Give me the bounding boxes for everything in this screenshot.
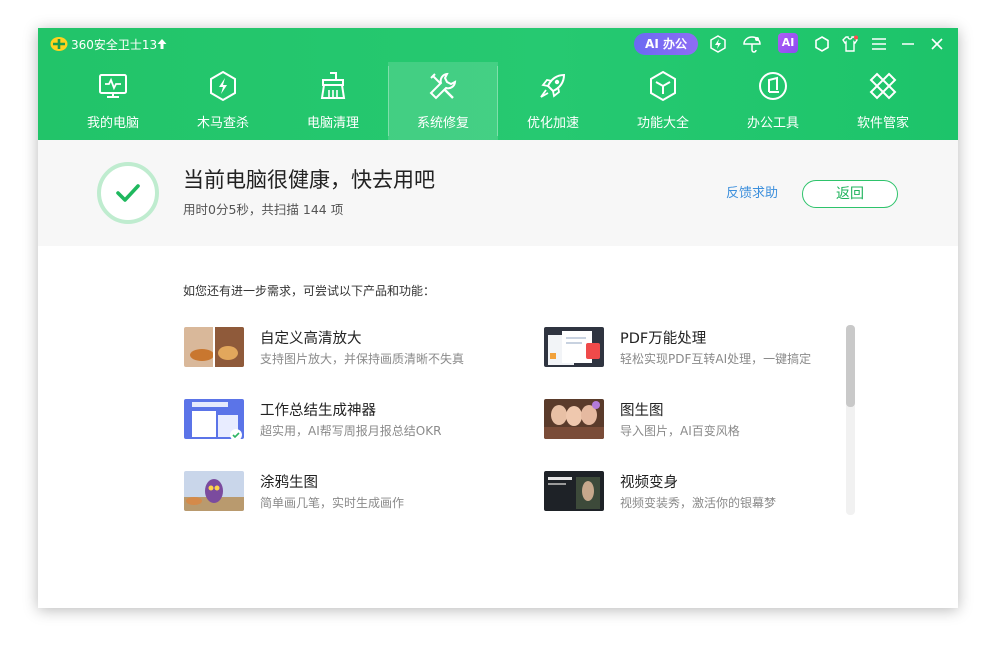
nav-label: 功能大全 <box>636 116 689 131</box>
recommend-item-video-transform[interactable]: 视频变身 视频变装秀，激活你的银幕梦 <box>544 471 844 513</box>
recommend-desc: 支持图片放大，并保持画质清晰不失真 <box>260 352 465 366</box>
scan-summary: 用时0分5秒，共扫描 144 项 <box>183 202 344 217</box>
titlebar: 360安全卫士13 AI 办公 AI <box>38 28 958 62</box>
app-window: 360安全卫士13 AI 办公 AI 我的电脑 木马查杀 电脑清理 系统修复 优… <box>38 28 958 608</box>
header: 360安全卫士13 AI 办公 AI 我的电脑 木马查杀 电脑清理 系统修复 优… <box>38 28 958 140</box>
main-nav: 我的电脑 木马查杀 电脑清理 系统修复 优化加速 功能大全 办公工具 软件管家 <box>38 62 958 140</box>
nav-divider <box>388 66 389 136</box>
umbrella-icon[interactable] <box>742 34 762 54</box>
status-title: 当前电脑很健康，快去用吧 <box>183 168 435 192</box>
monitor-icon <box>99 74 127 98</box>
app-title: 360安全卫士13 <box>71 38 158 52</box>
recommend-desc: 视频变装秀，激活你的银幕梦 <box>620 496 777 510</box>
recommend-title: 图生图 <box>620 403 664 419</box>
ai-badge[interactable]: AI <box>778 33 798 53</box>
recommend-item-hd-upscale[interactable]: 自定义高清放大 支持图片放大，并保持画质清晰不失真 <box>184 327 484 369</box>
nav-item-all-features[interactable]: 功能大全 <box>608 62 718 140</box>
recommend-item-image-to-image[interactable]: 图生图 导入图片，AI百变风格 <box>544 399 844 441</box>
hd-upscale-thumbnail <box>184 327 244 367</box>
doodle-thumbnail <box>184 471 244 511</box>
healthy-check-icon <box>97 162 159 224</box>
menu-icon[interactable] <box>869 34 889 54</box>
nav-label: 木马查杀 <box>196 116 249 131</box>
nav-label: 我的电脑 <box>86 116 139 131</box>
minimize-icon[interactable] <box>898 34 918 54</box>
nav-item-software-manager[interactable]: 软件管家 <box>828 62 938 140</box>
nav-item-system-repair[interactable]: 系统修复 <box>388 62 498 140</box>
360-logo-icon <box>50 37 68 51</box>
recommend-title: 视频变身 <box>620 475 678 491</box>
recommend-item-work-summary[interactable]: 工作总结生成神器 超实用，AI帮写周报月报总结OKR <box>184 399 484 441</box>
lightning-icon[interactable] <box>708 34 728 54</box>
back-button[interactable]: 返回 <box>802 180 898 208</box>
office-icon <box>759 72 787 100</box>
nav-label: 办公工具 <box>746 116 799 131</box>
broom-icon <box>320 72 346 99</box>
pdf-thumbnail <box>544 327 604 367</box>
check-icon <box>116 184 140 202</box>
image-to-image-thumbnail <box>544 399 604 439</box>
skin-icon[interactable] <box>840 34 860 54</box>
recommend-desc: 导入图片，AI百变风格 <box>620 424 740 438</box>
recommend-title: 自定义高清放大 <box>260 331 362 347</box>
nav-item-office-tools[interactable]: 办公工具 <box>718 62 828 140</box>
nav-item-optimize[interactable]: 优化加速 <box>498 62 608 140</box>
recommend-item-pdf[interactable]: PDF万能处理 轻松实现PDF互转AI处理，一键搞定 <box>544 327 844 369</box>
work-summary-thumbnail <box>184 399 244 439</box>
settings-icon[interactable] <box>812 34 832 54</box>
recommend-desc: 轻松实现PDF互转AI处理，一键搞定 <box>620 352 812 366</box>
recommend-desc: 简单画几笔，实时生成画作 <box>260 496 405 510</box>
nav-label: 软件管家 <box>856 116 909 131</box>
recommend-title: 工作总结生成神器 <box>260 403 376 419</box>
nav-item-my-computer[interactable]: 我的电脑 <box>58 62 168 140</box>
nav-label: 系统修复 <box>416 116 469 131</box>
recommend-item-doodle[interactable]: 涂鸦生图 简单画几笔，实时生成画作 <box>184 471 484 513</box>
recommend-label: 如您还有进一步需求，可尝试以下产品和功能： <box>183 284 436 298</box>
nav-divider <box>497 66 498 136</box>
upgrade-arrow-icon[interactable] <box>156 37 168 51</box>
video-transform-thumbnail <box>544 471 604 511</box>
nav-label: 电脑清理 <box>306 116 359 131</box>
recommend-title: PDF万能处理 <box>620 331 707 347</box>
recommend-scrollbar[interactable] <box>846 325 855 515</box>
ai-office-button[interactable]: AI 办公 <box>634 33 698 55</box>
rocket-icon <box>540 73 566 98</box>
nav-label: 优化加速 <box>526 116 579 131</box>
feedback-link[interactable]: 反馈求助 <box>726 186 778 202</box>
recommend-title: 涂鸦生图 <box>260 475 318 491</box>
status-panel: 当前电脑很健康，快去用吧 用时0分5秒，共扫描 144 项 反馈求助 返回 <box>38 140 958 246</box>
nav-item-cleanup[interactable]: 电脑清理 <box>278 62 388 140</box>
apps-icon <box>869 72 897 100</box>
close-icon[interactable] <box>927 34 947 54</box>
scrollbar-thumb[interactable] <box>846 325 855 407</box>
cube-icon <box>650 70 676 102</box>
wrench-icon <box>429 72 457 100</box>
shield-icon <box>210 70 236 102</box>
recommend-desc: 超实用，AI帮写周报月报总结OKR <box>260 424 442 438</box>
nav-item-trojan-scan[interactable]: 木马查杀 <box>168 62 278 140</box>
